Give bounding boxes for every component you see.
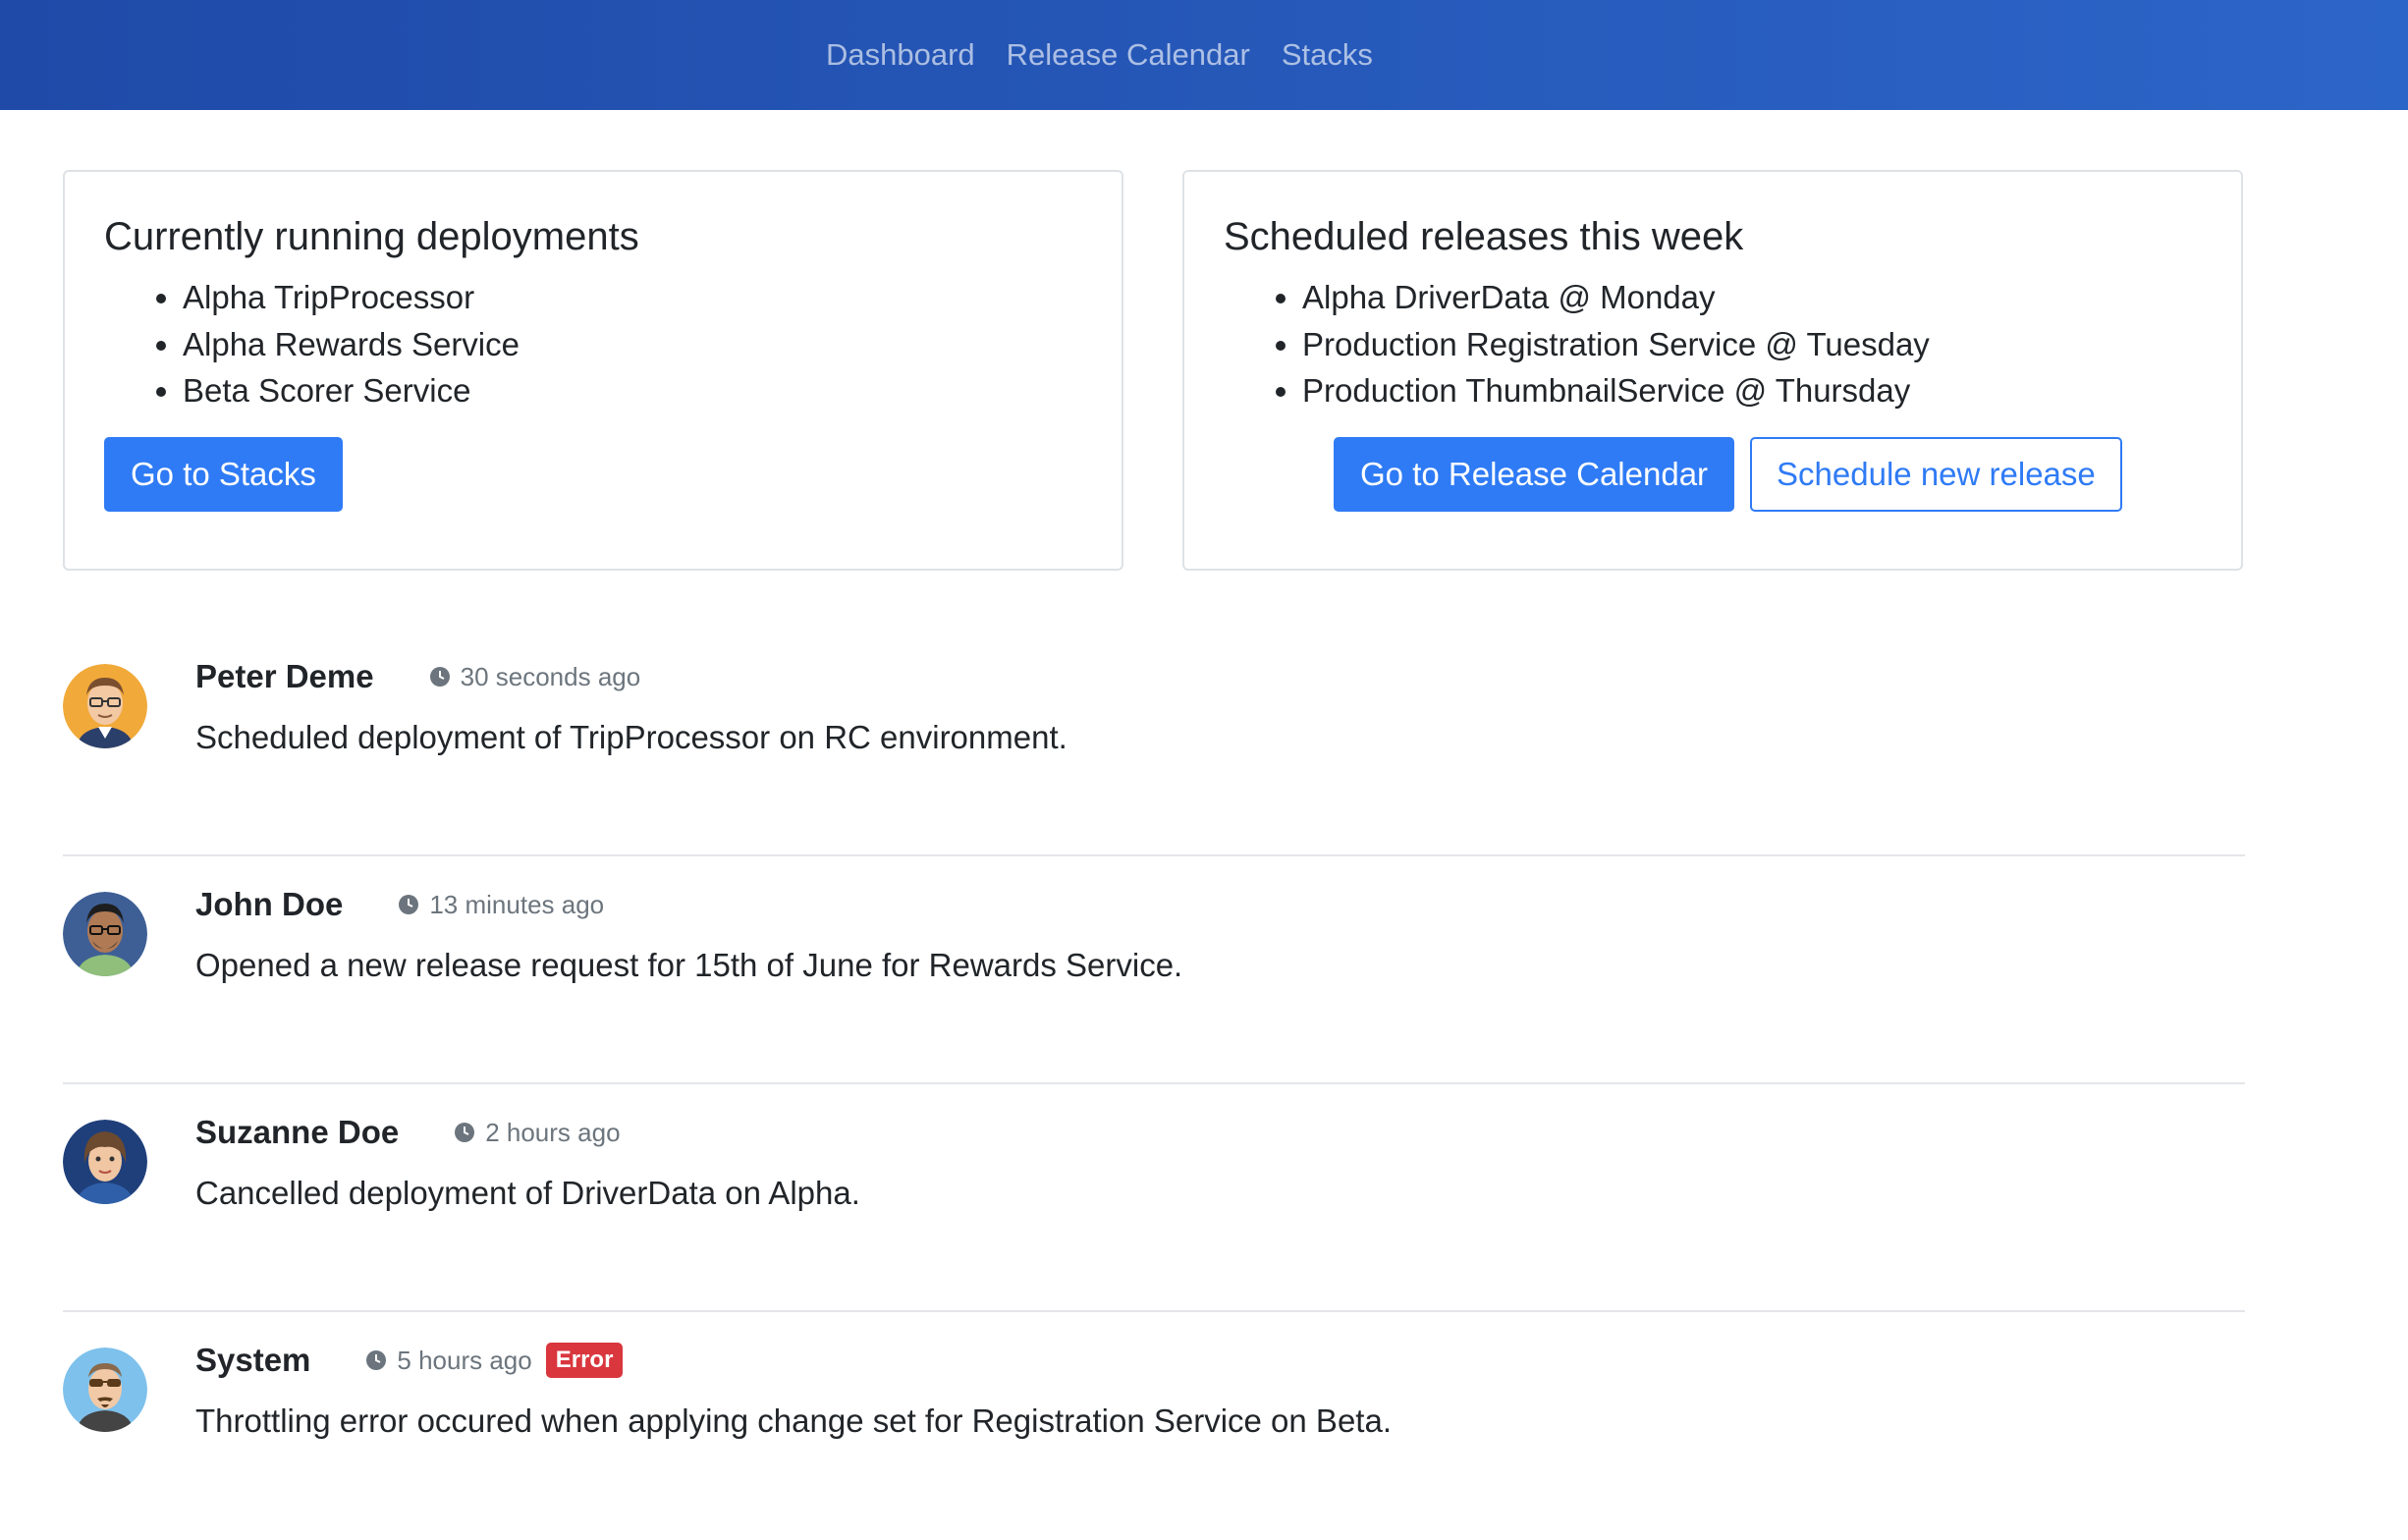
- list-item: Production Registration Service @ Tuesda…: [1302, 321, 2202, 368]
- clock-icon: [455, 1123, 475, 1142]
- go-to-stacks-button[interactable]: Go to Stacks: [104, 436, 343, 512]
- feed-message: Throttling error occured when applying c…: [195, 1402, 1392, 1439]
- feed-header: John Doe 13 minutes ago: [195, 886, 604, 923]
- running-deployments-card: Currently running deployments Alpha Trip…: [63, 170, 1123, 571]
- clock-icon: [429, 667, 450, 687]
- feed-header: Peter Deme 30 seconds ago: [195, 658, 640, 695]
- man-glasses-avatar: [63, 664, 147, 748]
- feed-user-name: System: [195, 1342, 311, 1378]
- feed-header: Suzanne Doe 2 hours ago: [195, 1114, 621, 1151]
- list-item: Alpha TripProcessor: [183, 274, 1082, 321]
- clock-icon: [366, 1350, 387, 1370]
- feed-user-name: John Doe: [195, 886, 344, 922]
- error-badge: Error: [545, 1343, 624, 1378]
- schedule-new-release-button[interactable]: Schedule new release: [1750, 436, 2122, 512]
- list-item: Beta Scorer Service: [183, 367, 1082, 414]
- scheduled-releases-title: Scheduled releases this week: [1224, 215, 1744, 258]
- scheduled-releases-card: Scheduled releases this week Alpha Drive…: [1182, 170, 2243, 571]
- running-deployments-list: Alpha TripProcessor Alpha Rewards Servic…: [104, 274, 1082, 414]
- man-beard-avatar: [63, 892, 147, 976]
- list-item: Alpha DriverData @ Monday: [1302, 274, 2202, 321]
- activity-feed: Peter Deme 30 seconds ago Scheduled depl…: [63, 629, 2245, 1540]
- feed-timestamp: 30 seconds ago: [460, 661, 641, 691]
- go-to-release-calendar-button[interactable]: Go to Release Calendar: [1334, 436, 1735, 512]
- feed-timestamp: 13 minutes ago: [429, 889, 605, 919]
- man-sunglasses-avatar: [63, 1348, 147, 1432]
- feed-user-name: Suzanne Doe: [195, 1114, 400, 1150]
- nav-dashboard[interactable]: Dashboard: [826, 37, 975, 73]
- nav-release-calendar[interactable]: Release Calendar: [1007, 37, 1250, 73]
- list-item: Alpha Rewards Service: [183, 321, 1082, 368]
- nav-stacks[interactable]: Stacks: [1282, 37, 1373, 73]
- list-item: Production ThumbnailService @ Thursday: [1302, 367, 2202, 414]
- feed-item: John Doe 13 minutes ago Opened a new rel…: [63, 856, 2245, 1084]
- feed-item: Peter Deme 30 seconds ago Scheduled depl…: [63, 629, 2245, 856]
- feed-message: Cancelled deployment of DriverData on Al…: [195, 1175, 860, 1211]
- scheduled-releases-list: Alpha DriverData @ Monday Production Reg…: [1224, 274, 2202, 414]
- top-navbar: Dashboard Release Calendar Stacks: [0, 0, 2408, 110]
- feed-item: Suzanne Doe 2 hours ago Cancelled deploy…: [63, 1084, 2245, 1312]
- feed-user-name: Peter Deme: [195, 658, 374, 694]
- feed-message: Opened a new release request for 15th of…: [195, 947, 1183, 983]
- nav-links: Dashboard Release Calendar Stacks: [826, 0, 1373, 110]
- woman-avatar: [63, 1120, 147, 1204]
- clock-icon: [399, 895, 419, 914]
- running-deployments-title: Currently running deployments: [104, 215, 639, 258]
- feed-message: Scheduled deployment of TripProcessor on…: [195, 719, 1067, 755]
- feed-header: System 5 hours ago Error: [195, 1342, 624, 1379]
- feed-timestamp: 5 hours ago: [397, 1345, 532, 1375]
- feed-timestamp: 2 hours ago: [485, 1117, 621, 1147]
- feed-item: System 5 hours ago Error Throttling erro…: [63, 1312, 2245, 1540]
